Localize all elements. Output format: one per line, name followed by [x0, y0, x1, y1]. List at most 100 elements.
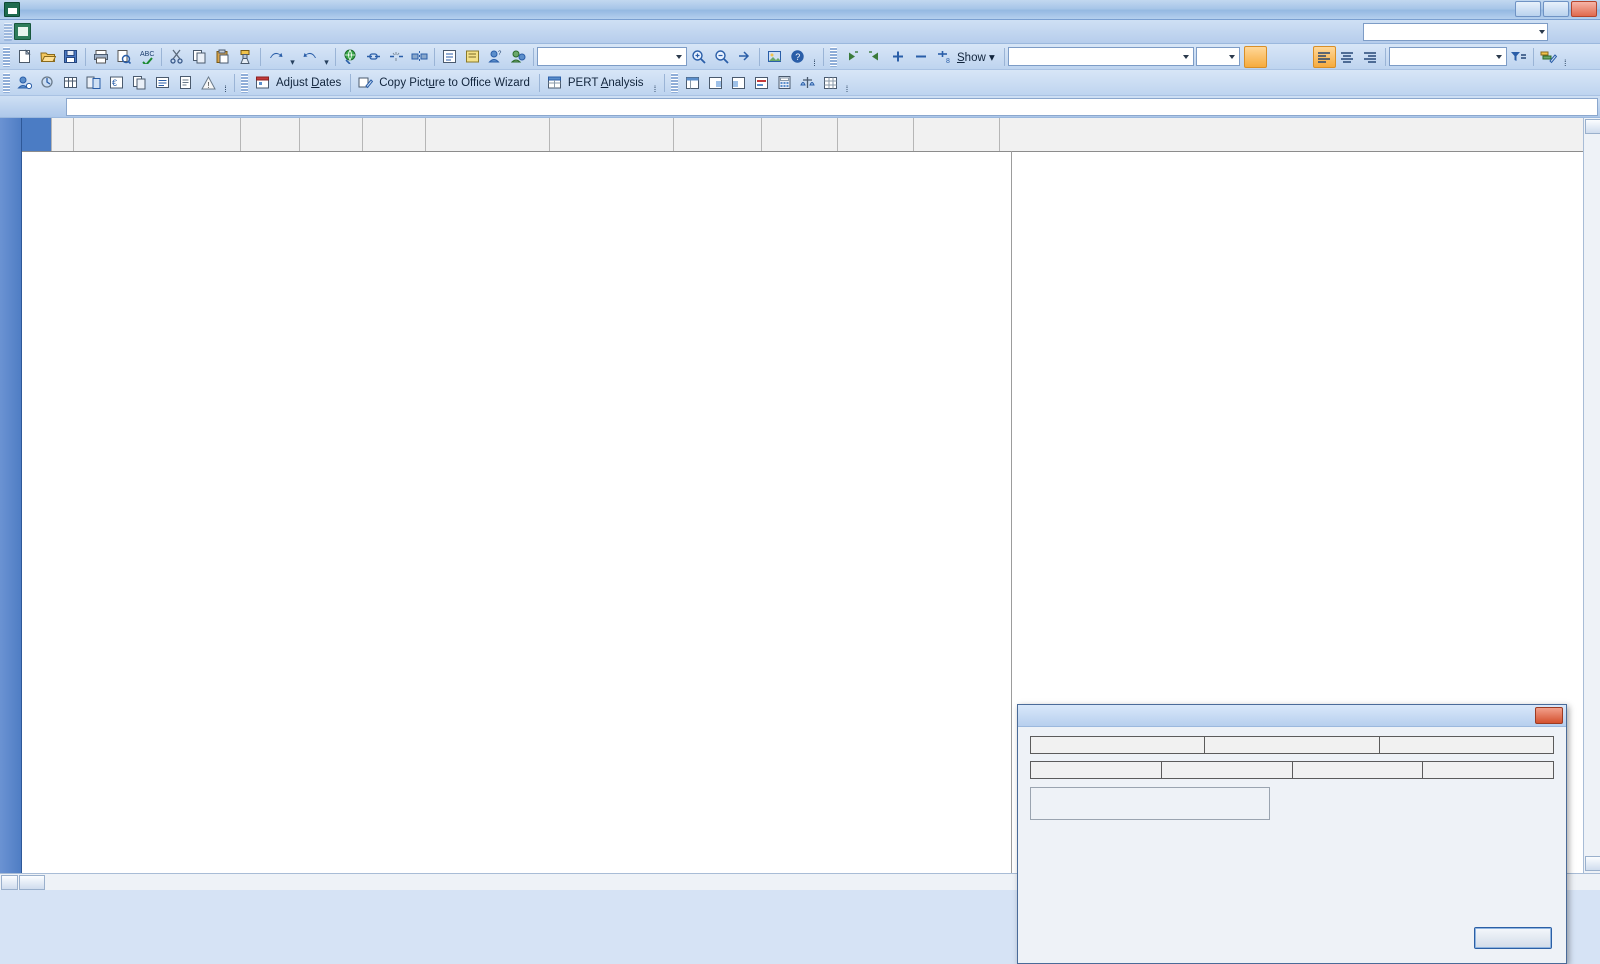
col-header-ac[interactable]: [674, 118, 762, 151]
italic-button[interactable]: [1267, 46, 1290, 68]
print-preview-icon[interactable]: [112, 46, 135, 68]
filter-combo[interactable]: [1388, 47, 1507, 66]
zoom-in-icon[interactable]: [687, 46, 710, 68]
cut-icon[interactable]: [165, 46, 188, 68]
warning-icon[interactable]: !: [197, 72, 220, 94]
adjust-dates-icon[interactable]: [251, 72, 274, 94]
document-restore-button[interactable]: [1554, 24, 1570, 40]
toolbar-overflow-pa[interactable]: ⁞: [650, 72, 661, 94]
compare-versions-icon[interactable]: [82, 72, 105, 94]
hide-assignments-icon[interactable]: 8: [932, 46, 955, 68]
menu-help[interactable]: [217, 29, 235, 35]
indicators-header[interactable]: [52, 118, 74, 151]
select-all-header[interactable]: [22, 118, 52, 151]
bold-button[interactable]: [1243, 45, 1267, 68]
minimize-button[interactable]: [1515, 1, 1541, 17]
pert-weights-icon[interactable]: [796, 72, 819, 94]
toolbar-grip-pa[interactable]: [241, 72, 248, 93]
pert-analysis-button[interactable]: PERT Analysis: [566, 77, 650, 89]
accept-entry-icon[interactable]: [22, 98, 44, 116]
align-left-button[interactable]: [1312, 45, 1336, 68]
maximize-restore-button[interactable]: [1543, 1, 1569, 17]
print-icon[interactable]: [89, 46, 112, 68]
toolbar-grip-analysis[interactable]: [3, 72, 10, 93]
copy-picture-office-wizard-icon[interactable]: [354, 72, 377, 94]
undo-dropdown[interactable]: ▾: [287, 46, 298, 68]
menu-format[interactable]: [109, 29, 127, 35]
menu-view[interactable]: [73, 29, 91, 35]
toolbar-overflow-formatting[interactable]: ⁞: [1560, 46, 1571, 68]
outdent-icon[interactable]: [840, 46, 863, 68]
task-grid-body[interactable]: [22, 152, 1011, 873]
toolbar-overflow-standard[interactable]: ⁞: [809, 46, 820, 68]
copy-icon[interactable]: [188, 46, 211, 68]
project-statistics-dialog[interactable]: [1017, 704, 1567, 964]
copy-picture-wizard-button[interactable]: Copy Picture to Office Wizard: [377, 77, 536, 89]
col-header-baseline-duration[interactable]: [363, 118, 426, 151]
close-button[interactable]: [1571, 1, 1597, 17]
col-header-earned-value[interactable]: [550, 118, 674, 151]
view-pa-entry-icon[interactable]: [681, 72, 704, 94]
scroll-left-button[interactable]: [1, 874, 18, 890]
link-tasks-icon[interactable]: [362, 46, 385, 68]
format-painter-icon[interactable]: [234, 46, 257, 68]
open-icon[interactable]: [36, 46, 59, 68]
view-pa-expected-icon[interactable]: [727, 72, 750, 94]
show-menu-button[interactable]: Show ▾: [955, 50, 1001, 64]
insert-function-icon[interactable]: [44, 98, 66, 116]
toolbar-grip-formatting[interactable]: [830, 46, 837, 67]
help-icon[interactable]: ?: [786, 46, 809, 68]
gantt-chart-wizard-icon[interactable]: [1537, 46, 1560, 68]
col-header-planned-value[interactable]: [426, 118, 550, 151]
col-header-eac[interactable]: [914, 118, 1000, 151]
copy-picture-wizard-icon[interactable]: [128, 72, 151, 94]
col-header-pct-complete[interactable]: [241, 118, 300, 151]
underline-button[interactable]: [1290, 46, 1313, 68]
new-icon[interactable]: [13, 46, 36, 68]
scroll-down-button[interactable]: [1585, 856, 1600, 871]
view-bar[interactable]: [0, 118, 22, 873]
menu-report[interactable]: [163, 29, 181, 35]
align-center-button[interactable]: [1336, 46, 1359, 68]
col-header-task-name[interactable]: [74, 118, 241, 151]
xml-reporting-icon[interactable]: [59, 72, 82, 94]
toolbar-grip-standard[interactable]: [3, 46, 10, 67]
undo-icon[interactable]: [264, 46, 287, 68]
toolbar-overflow-analysis[interactable]: ⁞: [220, 72, 231, 94]
redo-dropdown[interactable]: ▾: [321, 46, 332, 68]
col-header-sv[interactable]: [762, 118, 838, 151]
task-notes-icon[interactable]: [461, 46, 484, 68]
import-outlook-tasks-icon[interactable]: [151, 72, 174, 94]
pert-analysis-icon[interactable]: [543, 72, 566, 94]
col-header-cv[interactable]: [838, 118, 914, 151]
analyze-timescaled-icon[interactable]: [36, 72, 59, 94]
group-by-combo[interactable]: [537, 47, 687, 66]
split-task-icon[interactable]: [408, 46, 431, 68]
cancel-entry-icon[interactable]: [0, 98, 22, 116]
dialog-close-button[interactable]: [1535, 707, 1563, 724]
share-resources-icon[interactable]: [507, 46, 530, 68]
task-list-icon[interactable]: [174, 72, 197, 94]
font-name-combo[interactable]: [1007, 47, 1194, 66]
autofilter-icon[interactable]: [1507, 46, 1530, 68]
hyperlink-globe-icon[interactable]: [339, 46, 362, 68]
col-header-duration[interactable]: [300, 118, 363, 151]
unlink-tasks-icon[interactable]: [385, 46, 408, 68]
menu-edit[interactable]: [55, 29, 73, 35]
scroll-up-button[interactable]: [1585, 119, 1600, 134]
calculate-pert-icon[interactable]: [773, 72, 796, 94]
copy-picture-icon[interactable]: [763, 46, 786, 68]
redo-icon[interactable]: [298, 46, 321, 68]
euro-conversion-icon[interactable]: €: [105, 72, 128, 94]
task-information-icon[interactable]: [438, 46, 461, 68]
adjust-dates-button[interactable]: Adjust Dates: [274, 77, 347, 89]
assign-resources-icon[interactable]: ?: [484, 46, 507, 68]
menu-insert[interactable]: [91, 29, 109, 35]
toolbar-overflow-views[interactable]: ⁞: [842, 72, 853, 94]
horizontal-scroll-thumb[interactable]: [19, 874, 45, 890]
show-subtasks-icon[interactable]: [886, 46, 909, 68]
pert-entry-sheet-icon[interactable]: [819, 72, 842, 94]
help-search-input[interactable]: [1363, 23, 1548, 41]
dialog-close-action-button[interactable]: [1474, 927, 1552, 949]
menu-file[interactable]: [37, 29, 55, 35]
